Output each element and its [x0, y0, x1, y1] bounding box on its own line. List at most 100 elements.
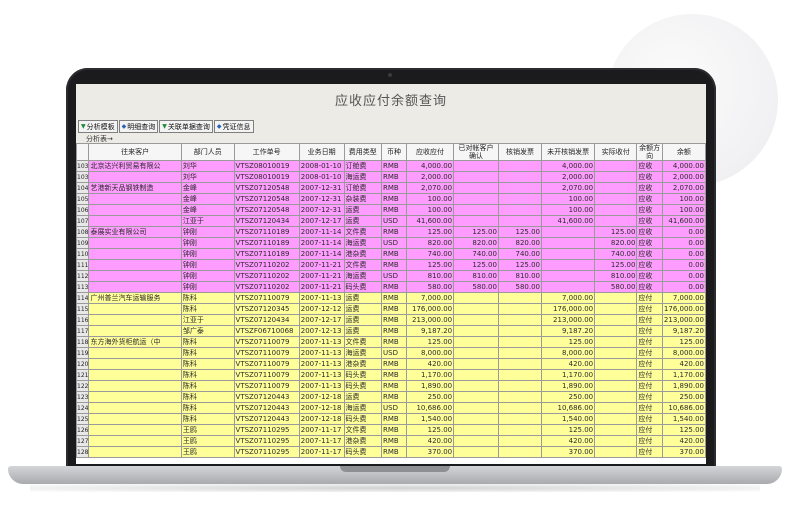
table-cell[interactable] — [88, 347, 182, 359]
table-row[interactable]: 106 金峰 VTSZ07120548 2007-12-31 运费 RMB 100.00 10… — [76, 204, 706, 216]
table-cell[interactable]: 2007-11-14 — [298, 226, 345, 238]
table-cell[interactable]: 应收 — [636, 160, 663, 172]
table-cell[interactable] — [453, 314, 499, 326]
table-cell[interactable]: 应付 — [636, 369, 663, 381]
table-cell[interactable]: RMB — [381, 380, 407, 392]
table-cell[interactable] — [497, 182, 543, 194]
table-cell[interactable]: RMB — [381, 193, 407, 205]
table-cell[interactable] — [88, 391, 182, 403]
table-cell[interactable] — [497, 358, 543, 370]
table-cell[interactable]: 580.00 — [405, 281, 455, 293]
table-cell[interactable]: 运费 — [343, 391, 383, 403]
table-cell[interactable]: 码头费 — [343, 281, 383, 293]
table-cell[interactable]: VTSZ07120434 — [233, 215, 300, 227]
table-row[interactable]: 118 东方海外货柜航运（中 陈科 VTSZ07110079 2007-11-13 文件费… — [76, 336, 706, 348]
table-cell[interactable]: VTSZ07120345 — [233, 303, 300, 315]
row-number[interactable]: 116 — [76, 314, 90, 326]
table-cell[interactable] — [594, 182, 638, 194]
table-cell[interactable] — [88, 259, 182, 271]
row-number[interactable]: 103 — [76, 160, 90, 172]
table-cell[interactable]: 运费 — [343, 303, 383, 315]
table-cell[interactable]: 125.00 — [541, 424, 596, 436]
table-row[interactable]: 114 广州普兰汽车运输服务 陈科 VTSZ07110079 2007-11-13 运费 R… — [76, 292, 706, 304]
table-cell[interactable]: 金峰 — [180, 204, 235, 216]
table-cell[interactable]: 2007-11-21 — [298, 259, 345, 271]
table-cell[interactable]: VTSZ07120548 — [233, 193, 300, 205]
table-cell[interactable]: 应收 — [636, 204, 663, 216]
table-cell[interactable] — [594, 215, 638, 227]
table-cell[interactable]: 41,600.00 — [661, 215, 706, 227]
table-row[interactable]: 120 陈科 VTSZ07110079 2007-11-13 港杂费 RMB 420.00 4… — [76, 358, 706, 370]
table-cell[interactable] — [594, 160, 638, 172]
table-cell[interactable]: 泰展实业有限公司 — [88, 226, 182, 238]
row-number[interactable]: 125 — [76, 413, 90, 425]
table-cell[interactable]: 文件费 — [343, 259, 383, 271]
table-cell[interactable]: 2007-12-17 — [298, 215, 345, 227]
table-cell[interactable]: 41,600.00 — [541, 215, 596, 227]
table-cell[interactable]: RMB — [381, 336, 407, 348]
table-cell[interactable]: 应付 — [636, 402, 663, 414]
table-cell[interactable]: 江亚于 — [180, 314, 235, 326]
table-cell[interactable]: 100.00 — [541, 193, 596, 205]
table-cell[interactable]: 2008-01-10 — [298, 160, 345, 172]
column-header[interactable]: 已对帐客户确认 — [453, 143, 499, 161]
column-header[interactable]: 余额方向 — [636, 143, 663, 161]
table-row[interactable]: 110 钟刚 VTSZ07110189 2007-11-14 港杂费 RMB 740.00 7… — [76, 248, 706, 260]
table-cell[interactable] — [497, 171, 543, 183]
table-row[interactable]: 113 钟刚 VTSZ07110202 2007-11-21 码头费 RMB 580.00 5… — [76, 281, 706, 293]
row-number[interactable]: 124 — [76, 402, 90, 414]
table-cell[interactable]: VTSZ07120443 — [233, 391, 300, 403]
table-cell[interactable]: 0.00 — [661, 226, 706, 238]
table-cell[interactable]: 8,000.00 — [661, 347, 706, 359]
table-row[interactable]: 115 陈科 VTSZ07120345 2007-12-12 运费 RMB 176,000.… — [76, 303, 706, 315]
table-cell[interactable] — [453, 182, 499, 194]
table-cell[interactable]: 应收 — [636, 259, 663, 271]
table-cell[interactable] — [88, 215, 182, 227]
table-cell[interactable]: 码头费 — [343, 446, 383, 458]
table-cell[interactable]: VTSZ07110202 — [233, 270, 300, 282]
table-cell[interactable]: VTSZ07110202 — [233, 259, 300, 271]
table-cell[interactable]: 2007-11-14 — [298, 237, 345, 249]
table-cell[interactable] — [453, 391, 499, 403]
table-cell[interactable] — [541, 259, 596, 271]
table-cell[interactable]: 420.00 — [661, 435, 706, 447]
table-cell[interactable] — [497, 391, 543, 403]
table-cell[interactable]: 213,000.00 — [661, 314, 706, 326]
table-cell[interactable] — [594, 424, 638, 436]
row-number[interactable]: 127 — [76, 435, 90, 447]
table-cell[interactable]: RMB — [381, 303, 407, 315]
table-cell[interactable] — [497, 193, 543, 205]
table-cell[interactable]: 810.00 — [594, 270, 638, 282]
table-cell[interactable]: 2007-11-17 — [298, 446, 345, 458]
table-cell[interactable]: RMB — [381, 292, 407, 304]
table-cell[interactable]: 文件费 — [343, 424, 383, 436]
table-cell[interactable]: 176,000.00 — [405, 303, 455, 315]
table-cell[interactable] — [88, 369, 182, 381]
table-cell[interactable]: 100.00 — [541, 204, 596, 216]
table-cell[interactable]: 10,686.00 — [541, 402, 596, 414]
table-cell[interactable]: 海运费 — [343, 402, 383, 414]
table-cell[interactable] — [453, 369, 499, 381]
table-cell[interactable]: 艺港新天品钢铁制造 — [88, 182, 182, 194]
table-cell[interactable] — [594, 358, 638, 370]
table-cell[interactable]: 2007-11-21 — [298, 270, 345, 282]
table-cell[interactable]: 1,170.00 — [661, 369, 706, 381]
row-number[interactable]: 118 — [76, 336, 90, 348]
table-cell[interactable]: RMB — [381, 160, 407, 172]
table-row[interactable]: 122 陈科 VTSZ07110079 2007-11-13 码头费 RMB 1,890.0… — [76, 380, 706, 392]
table-cell[interactable]: RMB — [381, 391, 407, 403]
table-cell[interactable] — [453, 292, 499, 304]
table-cell[interactable]: 订舱费 — [343, 182, 383, 194]
table-cell[interactable]: 应付 — [636, 424, 663, 436]
table-row[interactable]: 112 钟刚 VTSZ07110202 2007-11-21 海运费 USD 810.00 8… — [76, 270, 706, 282]
table-cell[interactable] — [88, 248, 182, 260]
table-cell[interactable] — [497, 380, 543, 392]
voucher-info-button[interactable]: ◆ 凭证信息 — [213, 120, 254, 133]
table-cell[interactable]: 810.00 — [405, 270, 455, 282]
row-number[interactable]: 123 — [76, 391, 90, 403]
table-cell[interactable] — [594, 204, 638, 216]
table-cell[interactable]: 刘华 — [180, 171, 235, 183]
column-header[interactable]: 余额 — [661, 143, 706, 161]
table-cell[interactable]: 125.00 — [405, 226, 455, 238]
table-cell[interactable]: 陈科 — [180, 391, 235, 403]
